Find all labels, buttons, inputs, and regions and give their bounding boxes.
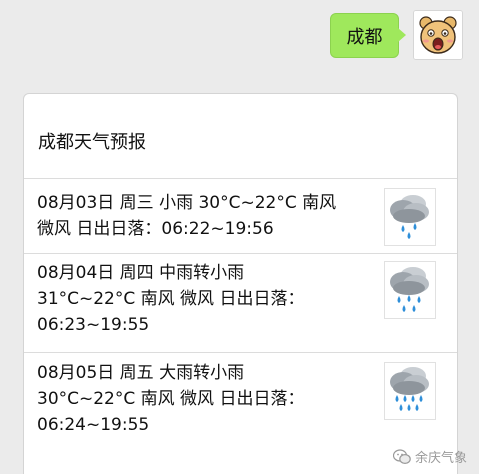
divider bbox=[24, 178, 457, 179]
forecast-day-3-line-2: 30°C~22°C 南风 微风 日出日落： bbox=[37, 389, 305, 409]
forecast-day-3-line-3: 06:24~19:55 bbox=[37, 415, 150, 435]
forecast-day-2: 08月04日 周四 中雨转小雨 31°C~22°C 南风 微风 日出日落： 06… bbox=[37, 260, 382, 338]
forecast-day-2-line-2: 31°C~22°C 南风 微风 日出日落： bbox=[37, 289, 305, 309]
forecast-day-3: 08月05日 周五 大雨转小雨 30°C~22°C 南风 微风 日出日落： 06… bbox=[37, 360, 382, 438]
divider bbox=[24, 352, 457, 353]
forecast-day-1-line-2: 微风 日出日落：06:22~19:56 bbox=[37, 219, 274, 239]
sent-message-bubble[interactable]: 成都 bbox=[330, 13, 406, 58]
divider bbox=[24, 253, 457, 254]
avatar[interactable] bbox=[413, 10, 463, 60]
light-rain-cloud-icon bbox=[384, 188, 436, 246]
forecast-day-3-line-1: 08月05日 周五 大雨转小雨 bbox=[37, 363, 245, 383]
forecast-day-1: 08月03日 周三 小雨 30°C~22°C 南风 微风 日出日落：06:22~… bbox=[37, 190, 382, 242]
weather-forecast-card[interactable]: 成都天气预报 08月03日 周三 小雨 30°C~22°C 南风 微风 日出日落… bbox=[23, 93, 458, 474]
cartoon-bear-avatar-icon bbox=[414, 11, 462, 59]
wechat-icon bbox=[392, 448, 411, 464]
forecast-day-1-line-1: 08月03日 周三 小雨 30°C~22°C 南风 bbox=[37, 193, 337, 213]
heavy-rain-cloud-icon bbox=[384, 362, 436, 420]
watermark-text: 余庆气象 bbox=[414, 451, 467, 466]
forecast-day-2-line-3: 06:23~19:55 bbox=[37, 315, 150, 335]
moderate-rain-cloud-icon bbox=[384, 261, 436, 319]
watermark: 余庆气象 bbox=[392, 447, 467, 466]
forecast-day-2-line-1: 08月04日 周四 中雨转小雨 bbox=[37, 263, 245, 283]
card-title: 成都天气预报 bbox=[38, 132, 146, 153]
sent-message-text: 成都 bbox=[346, 26, 383, 48]
